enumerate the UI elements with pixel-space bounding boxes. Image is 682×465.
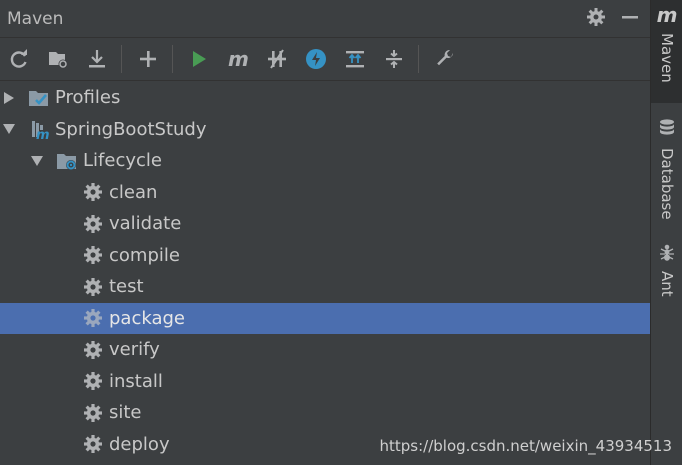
goal-gear-icon: [82, 181, 104, 203]
tree-node-label: SpringBootStudy: [55, 118, 207, 140]
folder-refresh-icon[interactable]: [46, 47, 70, 71]
goal-label: validate: [109, 213, 182, 235]
tab-database[interactable]: Database: [651, 118, 682, 228]
lifecycle-goal[interactable]: compile: [0, 240, 650, 272]
lifecycle-goal[interactable]: site: [0, 397, 650, 429]
gear-icon[interactable]: [586, 7, 606, 31]
goal-gear-icon: [82, 307, 104, 329]
expand-arrow-icon[interactable]: [2, 91, 16, 105]
lifecycle-goal[interactable]: test: [0, 271, 650, 303]
tab-maven[interactable]: m Maven: [651, 0, 682, 103]
ant-icon: [658, 243, 676, 265]
goal-gear-icon: [82, 339, 104, 361]
watermark-text: https://blog.csdn.net/weixin_43934513: [379, 437, 672, 455]
goal-gear-icon: [82, 213, 104, 235]
svg-text:m: m: [36, 128, 50, 140]
tree-node-profiles[interactable]: Profiles: [0, 82, 650, 114]
goal-label: verify: [109, 339, 160, 361]
tree-node-project[interactable]: m SpringBootStudy: [0, 114, 650, 146]
maven-m-icon[interactable]: m: [226, 47, 250, 71]
goal-label: package: [109, 307, 185, 329]
goal-label: test: [109, 276, 144, 298]
toolbar-separator: [121, 45, 122, 73]
play-icon[interactable]: [187, 47, 211, 71]
lifecycle-goal[interactable]: validate: [0, 208, 650, 240]
collapse-icon[interactable]: [382, 47, 406, 71]
collapse-arrow-icon[interactable]: [2, 122, 16, 136]
wrench-icon[interactable]: [433, 47, 457, 71]
goal-label: deploy: [109, 433, 170, 455]
plus-icon[interactable]: [136, 47, 160, 71]
database-icon: [658, 118, 676, 142]
profiles-folder-icon: [28, 87, 50, 109]
tree-node-label: Profiles: [55, 87, 121, 109]
right-tool-strip: m Maven Database Ant: [650, 0, 682, 465]
collapse-arrow-icon[interactable]: [30, 154, 44, 168]
lifecycle-goal[interactable]: install: [0, 366, 650, 398]
tab-label: Maven: [658, 33, 676, 83]
tree-node-lifecycle[interactable]: Lifecycle: [0, 145, 650, 177]
dependencies-icon[interactable]: [343, 47, 367, 71]
tab-ant[interactable]: Ant: [651, 243, 682, 309]
download-icon[interactable]: [85, 47, 109, 71]
toolbar-separator: [418, 45, 419, 73]
lifecycle-goal-selected[interactable]: package: [0, 302, 650, 334]
offline-icon[interactable]: [265, 47, 289, 71]
header-icons: [586, 0, 640, 37]
goal-gear-icon: [82, 244, 104, 266]
skip-tests-icon[interactable]: [304, 47, 328, 71]
panel-header: Maven: [0, 0, 650, 38]
goal-gear-icon: [82, 370, 104, 392]
goal-label: install: [109, 370, 163, 392]
goal-label: site: [109, 402, 142, 424]
tab-label: Ant: [658, 271, 676, 297]
maven-tab-icon: m: [656, 3, 678, 27]
lifecycle-goal[interactable]: clean: [0, 177, 650, 209]
goal-gear-icon: [82, 276, 104, 298]
goal-gear-icon: [82, 402, 104, 424]
panel-title: Maven: [7, 8, 64, 29]
minimize-icon[interactable]: [620, 7, 640, 31]
goal-label: clean: [109, 181, 158, 203]
goal-label: compile: [109, 244, 180, 266]
refresh-icon[interactable]: [7, 47, 31, 71]
maven-module-icon: m: [28, 118, 50, 140]
maven-projects-tree: Profiles m SpringBootStudy Lifecycle cle…: [0, 82, 650, 460]
maven-tool-window: Maven m Profiles m SpringBootStudy Lifec…: [0, 0, 650, 465]
goal-gear-icon: [82, 433, 104, 455]
tree-node-label: Lifecycle: [83, 150, 162, 172]
maven-toolbar: m: [0, 38, 650, 81]
toolbar-separator: [172, 45, 173, 73]
tab-label: Database: [658, 148, 676, 220]
lifecycle-goal[interactable]: verify: [0, 334, 650, 366]
svg-text:m: m: [228, 48, 249, 70]
lifecycle-folder-icon: [56, 150, 78, 172]
